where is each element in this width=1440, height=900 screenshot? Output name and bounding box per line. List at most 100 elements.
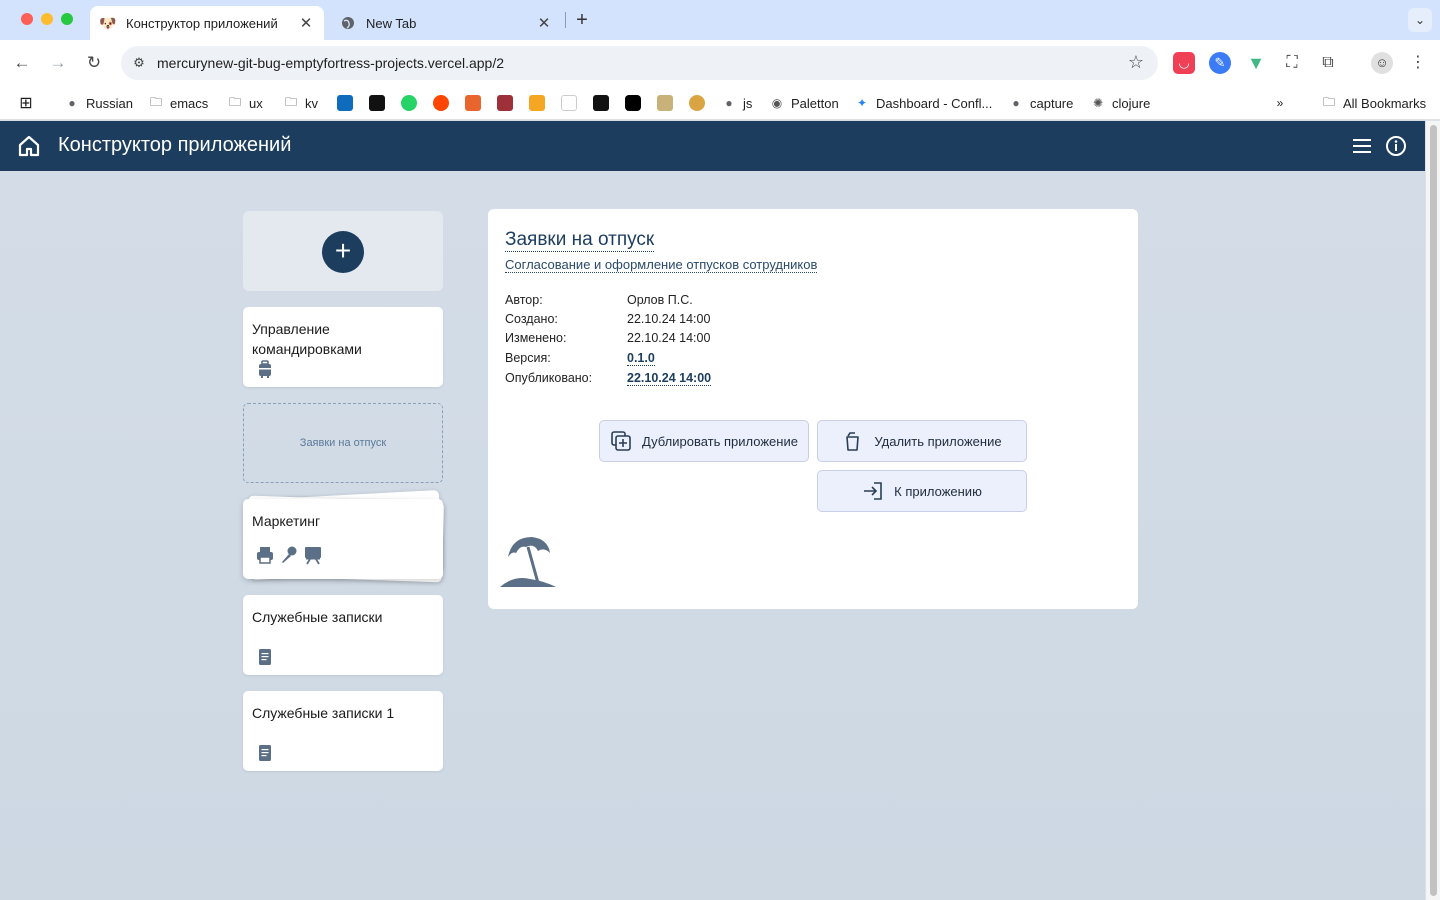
tab-new-tab[interactable]: New Tab ✕ — [330, 6, 562, 40]
puzzle-extensions-icon[interactable]: ⧉ — [1317, 52, 1339, 74]
folder-icon: 🗀 — [284, 94, 297, 109]
palette-icon: ◉ — [771, 96, 783, 110]
meta-created-label: Создано: — [505, 312, 558, 326]
globe-icon — [340, 15, 356, 31]
app-card-name: Управление командировками — [252, 321, 362, 357]
dog-bookmark-icon[interactable] — [689, 95, 705, 111]
confluence-icon: ✦ — [856, 96, 868, 110]
meta-published-value[interactable]: 22.10.24 14:00 — [627, 371, 712, 386]
delete-app-button[interactable]: Удалить приложение — [817, 420, 1027, 462]
vue-extension-icon[interactable]: ▼ — [1245, 52, 1267, 74]
new-tab-button[interactable]: + — [572, 8, 592, 32]
document-icon — [259, 649, 271, 665]
bookmark-js[interactable]: ● js — [721, 92, 752, 114]
bookmarks-bar: ⊞ ● Russian 🗀 emacs 🗀 ux 🗀 kv ● js ◉ Paletton … — [0, 86, 1440, 120]
all-bookmarks[interactable]: 🗀 All Bookmarks — [1321, 92, 1426, 114]
bookmark-emacs[interactable]: 🗀 emacs — [148, 92, 208, 114]
meta-author-label: Автор: — [505, 293, 543, 307]
luggage-icon — [259, 360, 271, 378]
bookmark-dashboard[interactable]: ✦ Dashboard - Confl... — [854, 92, 992, 114]
app-card-name: Маркетинг — [252, 513, 321, 529]
delete-app-label: Удалить приложение — [874, 433, 1002, 449]
pocket-extension-icon[interactable]: ◡ — [1173, 52, 1195, 74]
address-bar[interactable]: ⚙ mercurynew-git-bug-emptyfortress-proje… — [121, 46, 1158, 80]
whatsapp-bookmark-icon[interactable] — [401, 95, 417, 111]
pixel-bookmark-icon[interactable] — [657, 95, 673, 111]
app-detail-description[interactable]: Согласование и оформление отпусков сотру… — [505, 257, 818, 273]
outlook-bookmark-icon[interactable] — [337, 95, 353, 111]
home-icon[interactable] — [17, 134, 41, 158]
more-bookmarks-icon[interactable]: » — [1272, 92, 1294, 114]
app-card-drag-placeholder: Заявки на отпуск — [243, 403, 443, 483]
duplicate-icon — [611, 431, 631, 451]
app-card[interactable]: Маркетинг — [243, 499, 443, 579]
maximize-window-button[interactable] — [61, 13, 73, 25]
clojure-icon: ✺ — [1092, 96, 1104, 110]
browser-tabstrip: 🐶 Конструктор приложений ✕ New Tab ✕ + ⌄ — [0, 0, 1440, 40]
open-app-button[interactable]: К приложению — [817, 470, 1027, 512]
apps-grid-icon[interactable]: ⊞ — [18, 92, 40, 114]
tab-active[interactable]: 🐶 Конструктор приложений ✕ — [90, 6, 324, 40]
back-arrow-icon[interactable]: ← — [10, 51, 34, 75]
bookmark-star-icon[interactable]: ☆ — [1128, 52, 1144, 73]
add-app-card: + — [243, 211, 443, 291]
info-icon[interactable] — [1384, 134, 1408, 158]
flag-bookmark-icon[interactable] — [497, 95, 513, 111]
profile-avatar[interactable]: ☺ — [1371, 52, 1393, 74]
bookmark-russian[interactable]: ● Russian — [64, 92, 133, 114]
folder-icon: 🗀 — [149, 94, 162, 109]
url-text[interactable]: mercurynew-git-bug-emptyfortress-project… — [157, 55, 504, 71]
close-tab-icon[interactable]: ✕ — [298, 14, 314, 32]
duplicate-app-label: Дублировать приложение — [642, 433, 798, 449]
app-card[interactable]: Служебные записки — [243, 595, 443, 675]
trash-icon — [846, 432, 860, 451]
app-detail-panel: Заявки на отпуск Согласование и оформлен… — [488, 209, 1138, 609]
dog-favicon-icon: 🐶 — [99, 14, 117, 31]
app-title: Конструктор приложений — [58, 134, 292, 156]
bookmark-capture[interactable]: ● capture — [1008, 92, 1073, 114]
page-scrollbar[interactable] — [1425, 121, 1440, 900]
tab-title: Конструктор приложений — [126, 15, 278, 31]
c-bookmark-icon[interactable] — [369, 95, 385, 111]
app-detail-title[interactable]: Заявки на отпуск — [505, 229, 655, 252]
reload-icon[interactable]: ↻ — [82, 51, 106, 75]
screenshot-extension-icon[interactable]: ⛶ — [1281, 52, 1303, 74]
document-icon — [259, 745, 271, 761]
tab-title: New Tab — [366, 15, 417, 31]
app-card[interactable]: Управление командировками — [243, 307, 443, 387]
meta-created-value: 22.10.24 14:00 — [627, 312, 711, 326]
orange-bookmark-icon[interactable] — [465, 95, 481, 111]
beach-umbrella-icon — [500, 537, 556, 587]
globe-icon: ● — [68, 96, 76, 110]
bookmark-clojure[interactable]: ✺ clojure — [1090, 92, 1150, 114]
medium-bookmark-icon[interactable] — [625, 95, 641, 111]
close-window-button[interactable] — [21, 13, 33, 25]
app-card-name: Служебные записки 1 — [252, 705, 395, 721]
close-tab-icon[interactable]: ✕ — [536, 14, 552, 32]
m-bookmark-icon[interactable] — [593, 95, 609, 111]
scrollbar-thumb[interactable] — [1430, 125, 1437, 896]
folder-icon: 🗀 — [228, 94, 241, 109]
meta-version-value[interactable]: 0.1.0 — [627, 351, 655, 366]
microphone-icon — [282, 546, 297, 563]
bookmark-ux[interactable]: 🗀 ux — [227, 92, 263, 114]
meta-modified-value: 22.10.24 14:00 — [627, 331, 711, 345]
minimize-window-button[interactable] — [41, 13, 53, 25]
hamburger-menu-icon[interactable] — [1350, 134, 1374, 158]
site-settings-icon[interactable]: ⚙ — [129, 53, 149, 73]
open-app-label: К приложению — [894, 483, 982, 499]
app-card[interactable]: Служебные записки 1 — [243, 691, 443, 771]
meta-version-label: Версия: — [505, 351, 551, 365]
add-app-button[interactable]: + — [322, 231, 364, 273]
yc-bookmark-icon[interactable] — [561, 95, 577, 111]
bookmark-kv[interactable]: 🗀 kv — [283, 92, 318, 114]
duplicate-app-button[interactable]: Дублировать приложение — [599, 420, 809, 462]
share-bookmark-icon[interactable] — [529, 95, 545, 111]
reddit-bookmark-icon[interactable] — [433, 95, 449, 111]
tab-search-button[interactable]: ⌄ — [1408, 8, 1432, 32]
browser-toolbar: ← → ↻ ⚙ mercurynew-git-bug-emptyfortress… — [0, 40, 1440, 86]
bookmark-paletton[interactable]: ◉ Paletton — [769, 92, 839, 114]
browser-menu-icon[interactable]: ⋮ — [1407, 52, 1429, 74]
pen-extension-icon[interactable]: ✎ — [1209, 52, 1231, 74]
forward-arrow-icon[interactable]: → — [46, 51, 70, 75]
